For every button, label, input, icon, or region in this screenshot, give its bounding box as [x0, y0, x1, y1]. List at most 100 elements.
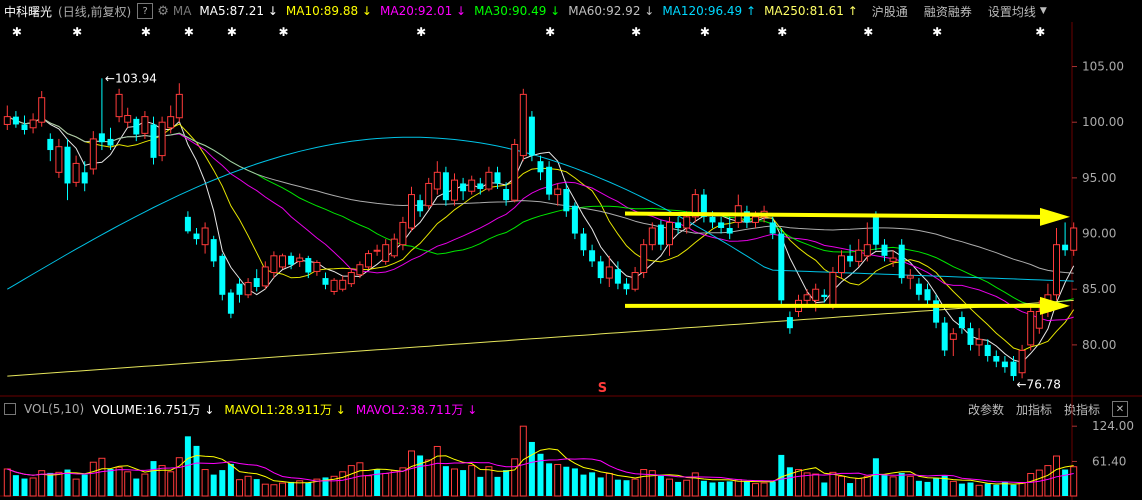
volume-bar-74 [640, 469, 648, 497]
candle-body-58 [503, 189, 510, 201]
volume-bar-16 [141, 473, 149, 497]
candle-body-10 [89, 138, 97, 170]
candle-body-115 [993, 356, 1000, 362]
candle-body-6 [55, 146, 63, 173]
candle-body-101 [872, 216, 879, 245]
volume-bar-40 [347, 465, 355, 497]
ma10-line [7, 116, 1075, 352]
candle-body-114 [984, 344, 991, 357]
star-marker-12: ✱ [932, 25, 942, 39]
volume-bar-52 [451, 468, 458, 497]
candle-body-57 [494, 172, 501, 184]
volume-bar-58 [503, 470, 510, 496]
volume-bar-51 [442, 466, 449, 496]
volume-bar-22 [193, 445, 200, 496]
candle-body-45 [390, 238, 398, 257]
volume-bar-92 [795, 469, 802, 497]
volume-bar-45 [390, 470, 398, 497]
volume-bar-19 [167, 471, 175, 497]
candle-body-49 [425, 182, 433, 207]
volume-bar-119 [1027, 472, 1035, 497]
low-annotation: ←76.78 [1017, 378, 1061, 392]
candle-body-103 [889, 257, 897, 262]
volume-bar-123 [1062, 469, 1069, 496]
candle-body-111 [958, 317, 965, 329]
trend-line-0 [624, 211, 1041, 219]
volume-bar-97 [838, 475, 845, 497]
candle-body-108 [933, 300, 940, 323]
volume-bar-77 [666, 478, 673, 497]
candle-body-19 [167, 116, 175, 129]
candle-body-16 [141, 116, 149, 134]
volume-bar-69 [597, 477, 604, 496]
volume-bar-100 [863, 475, 871, 497]
volume-bar-9 [81, 474, 88, 496]
volume-bar-88 [760, 482, 768, 497]
volume-bar-73 [631, 478, 639, 497]
volume-bar-67 [580, 474, 587, 496]
candle-body-119 [1027, 310, 1035, 346]
volume-bar-55 [477, 476, 484, 496]
candle-body-106 [915, 283, 922, 295]
volume-bar-80 [691, 472, 699, 497]
ma20-line [7, 116, 1074, 322]
volume-bar-110 [949, 480, 957, 497]
volume-bar-79 [683, 479, 691, 497]
price-tick-label-5: 80.00 [1082, 338, 1116, 352]
candle-body-110 [949, 333, 957, 340]
volume-bar-44 [382, 472, 390, 497]
volume-bar-90 [778, 454, 785, 496]
volume-bar-32 [279, 482, 286, 497]
candle-body-27 [236, 283, 243, 295]
candle-body-43 [373, 249, 381, 252]
candle-body-67 [580, 233, 587, 251]
candle-body-71 [614, 269, 621, 284]
volume-bar-83 [718, 481, 725, 496]
star-marker-4: ✱ [227, 25, 237, 39]
volume-bar-33 [288, 481, 295, 496]
candle-body-42 [365, 253, 372, 268]
candle-body-107 [924, 289, 931, 301]
candle-body-72 [623, 283, 630, 290]
price-tick-label-0: 105.00 [1082, 60, 1124, 74]
candle-body-20 [175, 93, 183, 119]
volume-bar-82 [709, 482, 716, 496]
volume-bar-14 [124, 471, 132, 497]
volume-bar-78 [675, 481, 682, 496]
star-marker-8: ✱ [631, 25, 641, 39]
candle-body-56 [485, 171, 493, 190]
volume-bar-115 [993, 484, 1000, 496]
ma250-line [7, 299, 1074, 377]
volume-bar-10 [89, 461, 97, 497]
chart-window: 中科曙光 (日线,前复权) ? ⚙ MA MA5:87.21 ↓ MA10:89.… [0, 0, 1142, 500]
volume-bar-102 [881, 474, 888, 496]
candle-body-48 [417, 200, 424, 212]
volume-bar-5 [47, 472, 54, 496]
star-marker-7: ✱ [545, 25, 555, 39]
volume-bar-95 [821, 482, 828, 496]
candle-body-99 [855, 249, 863, 262]
candle-body-23 [201, 227, 209, 246]
star-marker-10: ✱ [777, 25, 787, 39]
candle-body-89 [769, 222, 776, 234]
volume-bar-23 [201, 469, 209, 497]
candle-body-51 [442, 172, 449, 201]
volume-bar-106 [915, 480, 922, 496]
candle-body-118 [1018, 349, 1026, 374]
volume-bar-0 [3, 468, 11, 497]
candle-body-100 [863, 244, 871, 257]
volume-bar-59 [511, 458, 519, 497]
candle-body-54 [468, 179, 476, 192]
volume-bar-47 [408, 450, 415, 497]
candle-body-94 [812, 288, 820, 301]
candle-body-95 [821, 294, 828, 298]
volume-tick-label-1: 61.40 [1092, 454, 1126, 468]
chart-canvas[interactable]: 105.00 100.00 95.00 90.00 85.00 80.00 124.00 61… [0, 0, 1142, 500]
candle-body-26 [227, 292, 234, 314]
candle-body-70 [605, 266, 613, 279]
volume-bar-86 [743, 481, 750, 496]
candle-body-63 [546, 166, 553, 195]
volume-bar-13 [115, 466, 123, 497]
volume-bar-70 [605, 472, 613, 497]
candle-body-123 [1062, 244, 1069, 251]
